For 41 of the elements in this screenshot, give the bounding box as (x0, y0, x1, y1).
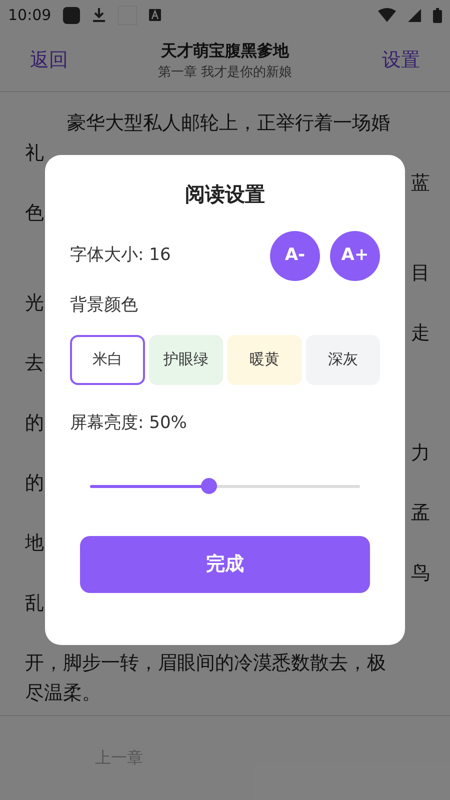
background-option[interactable]: 护眼绿 (148, 334, 223, 384)
wifi-icon (378, 8, 396, 22)
background-option[interactable]: 暖黄 (227, 334, 302, 384)
story-text: 走 (411, 321, 430, 346)
settings-button[interactable]: 设置 (382, 46, 420, 75)
story-text: 力 (411, 441, 430, 466)
story-text: 鸟 (411, 561, 430, 586)
story-text: 豪华大型私人邮轮上，正举行着一场婚 (67, 111, 390, 136)
story-text: 礼 (25, 141, 44, 166)
story-text: 色 (25, 201, 44, 226)
brightness-slider[interactable] (90, 478, 360, 494)
status-time: 10:09 (8, 4, 52, 26)
font-size-button[interactable]: A+ (330, 231, 380, 281)
keyboard-icon (149, 9, 162, 21)
story-text: 尽温柔。 (25, 681, 101, 706)
signal-icon (408, 8, 421, 22)
brightness-label: 屏幕亮度: 50% (70, 412, 188, 434)
story-text: 乱 (25, 591, 44, 616)
story-text: 的 (25, 471, 44, 496)
app-icon (63, 6, 80, 24)
back-button[interactable]: 返回 (30, 46, 68, 75)
story-text: 开，脚步一转，眉眼间的冷漠悉数散去，极 (25, 651, 386, 676)
font-size-label: 字体大小: 16 (70, 244, 171, 268)
done-button[interactable]: 完成 (80, 536, 370, 593)
background-color-label: 背景颜色 (70, 294, 139, 317)
slider-thumb[interactable] (200, 478, 217, 494)
download-icon (92, 7, 106, 23)
story-text: 光 (25, 291, 44, 316)
chapter-title: 第一章 我才是你的新娘 (158, 64, 292, 82)
story-text: 去 (25, 351, 44, 376)
story-text: 的 (25, 411, 44, 436)
background-option[interactable]: 深灰 (306, 334, 380, 384)
font-size-button[interactable]: A- (270, 231, 320, 281)
story-text: 目 (411, 261, 430, 286)
dialog-title: 阅读设置 (184, 181, 266, 208)
battery-icon (433, 8, 442, 22)
story-text: 蓝 (411, 171, 430, 196)
background-option[interactable]: 米白 (70, 334, 144, 384)
story-text: 孟 (411, 501, 430, 526)
book-title: 天才萌宝腹黑爹地 (160, 40, 289, 62)
story-text: 地 (25, 531, 44, 556)
